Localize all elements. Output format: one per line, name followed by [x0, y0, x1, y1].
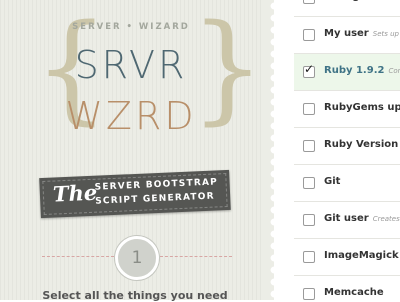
banner-the: The — [52, 179, 98, 207]
logo-word-wzrd: WZRD — [65, 94, 197, 138]
checklist-item[interactable]: ImageMagick — [294, 239, 400, 276]
item-name: Git — [324, 176, 341, 187]
step-divider-left — [42, 256, 114, 257]
wizard-branding-panel: { } SERVER • WIZARD SRVR WZRD The SERVER… — [0, 0, 265, 302]
brand-eyebrow: SERVER • WIZARD — [72, 22, 190, 32]
panel-gap — [274, 0, 294, 300]
checklist-item[interactable]: My userSets up a u — [294, 17, 400, 54]
checklist-item[interactable]: Ruby Version Man — [294, 128, 400, 165]
checklist-item[interactable]: Change host name — [294, 0, 400, 17]
perforated-edge — [262, 0, 274, 300]
item-label: Memcache — [324, 287, 384, 298]
step-divider-right — [160, 256, 232, 257]
item-label: RubyGems update — [324, 102, 400, 113]
item-description: Compile — [388, 67, 400, 75]
checkmark-icon: ✓ — [304, 62, 315, 76]
item-name: Memcache — [324, 287, 384, 298]
item-label: Ruby Version Man — [324, 139, 400, 150]
item-name: Git user — [324, 213, 369, 224]
item-label: Change host name — [324, 0, 400, 2]
item-label: Ruby 1.9.2Compile — [324, 65, 400, 76]
item-checkbox[interactable] — [303, 214, 315, 226]
item-label: ImageMagick — [324, 250, 399, 261]
item-checkbox[interactable]: ✓ — [303, 62, 315, 78]
item-checkbox[interactable] — [303, 29, 315, 41]
tagline-banner: The SERVER BOOTSTRAP SCRIPT GENERATOR — [39, 169, 231, 219]
item-description: Sets up a u — [372, 30, 400, 38]
item-checkbox[interactable] — [303, 103, 315, 115]
item-name: My user — [324, 28, 369, 39]
checklist-item[interactable]: Git userCreates a — [294, 202, 400, 239]
checklist-item[interactable]: ✓ Ruby 1.9.2Compile — [294, 54, 400, 91]
checklist-item[interactable]: Git — [294, 165, 400, 202]
step-instruction: Select all the things you need — [42, 289, 228, 302]
item-name: RubyGems update — [324, 102, 400, 113]
item-checkbox[interactable] — [303, 288, 315, 300]
item-checkbox[interactable] — [303, 251, 315, 263]
item-checkbox[interactable] — [303, 140, 315, 152]
item-label: Git userCreates a — [324, 213, 400, 224]
checklist-item[interactable]: Memcache — [294, 276, 400, 300]
package-checklist: Change host name My userSets up a u ✓ Ruby … — [294, 0, 400, 300]
item-name: ImageMagick — [324, 250, 399, 261]
step-number-badge: 1 — [115, 236, 159, 280]
item-label: Git — [324, 176, 340, 187]
checklist-item[interactable]: RubyGems update — [294, 91, 400, 128]
item-description: Creates a — [372, 215, 400, 223]
item-checkbox[interactable] — [303, 177, 315, 189]
banner-text: SERVER BOOTSTRAP SCRIPT GENERATOR — [94, 175, 218, 208]
item-name: Ruby 1.9.2 — [324, 65, 385, 76]
logo-word-srvr: SRVR — [74, 43, 188, 87]
item-checkbox[interactable] — [303, 0, 315, 4]
item-label: My userSets up a u — [324, 28, 400, 39]
item-name: Ruby Version Man — [324, 139, 400, 150]
item-name: Change host name — [324, 0, 400, 2]
